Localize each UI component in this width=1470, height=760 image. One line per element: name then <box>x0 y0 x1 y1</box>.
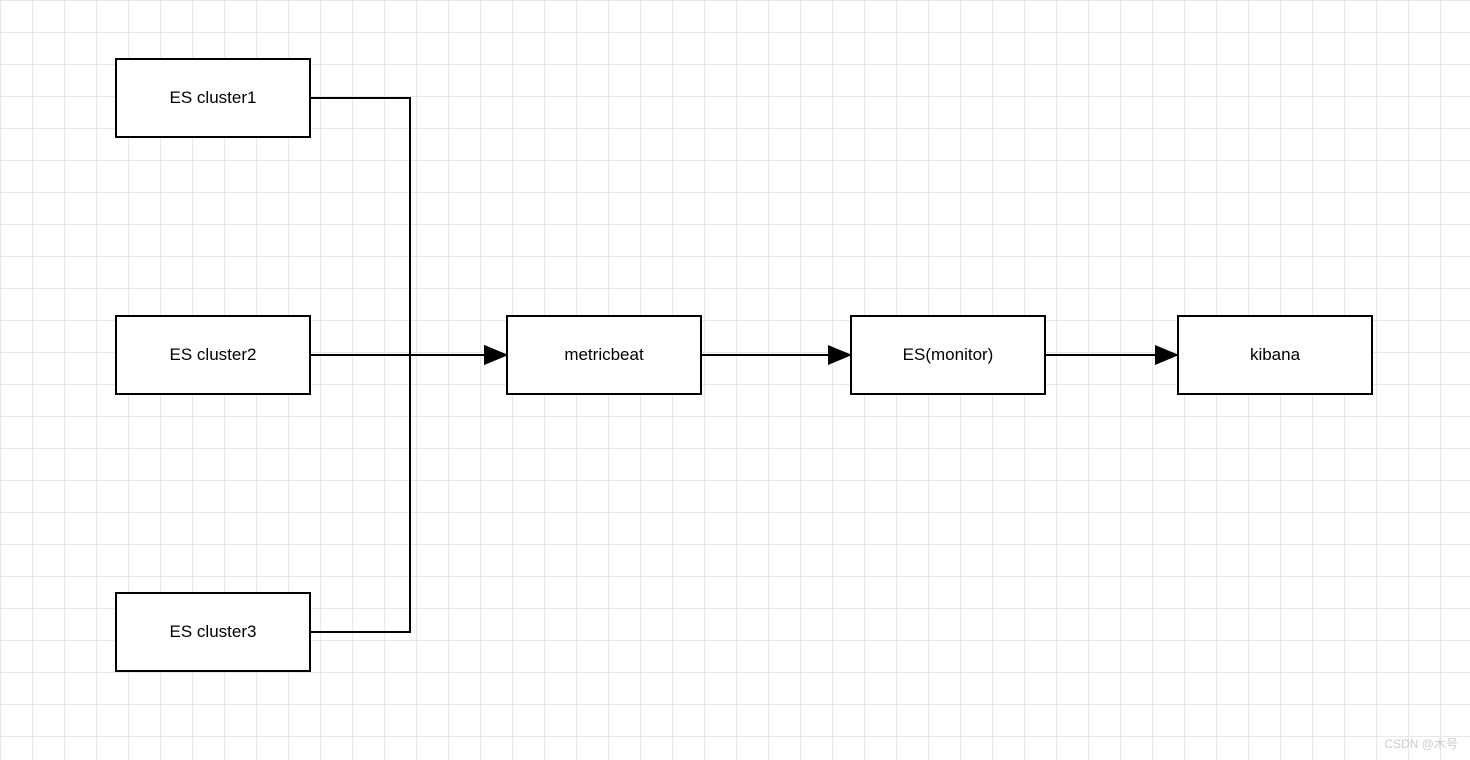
node-es-cluster1: ES cluster1 <box>115 58 311 138</box>
node-kibana: kibana <box>1177 315 1373 395</box>
node-label: ES cluster1 <box>170 88 257 108</box>
node-label: ES(monitor) <box>903 345 994 365</box>
node-metricbeat: metricbeat <box>506 315 702 395</box>
node-es-cluster2: ES cluster2 <box>115 315 311 395</box>
watermark: CSDN @木号 <box>1384 735 1458 752</box>
node-es-monitor: ES(monitor) <box>850 315 1046 395</box>
node-es-cluster3: ES cluster3 <box>115 592 311 672</box>
node-label: ES cluster2 <box>170 345 257 365</box>
node-label: metricbeat <box>564 345 643 365</box>
node-label: kibana <box>1250 345 1300 365</box>
node-label: ES cluster3 <box>170 622 257 642</box>
